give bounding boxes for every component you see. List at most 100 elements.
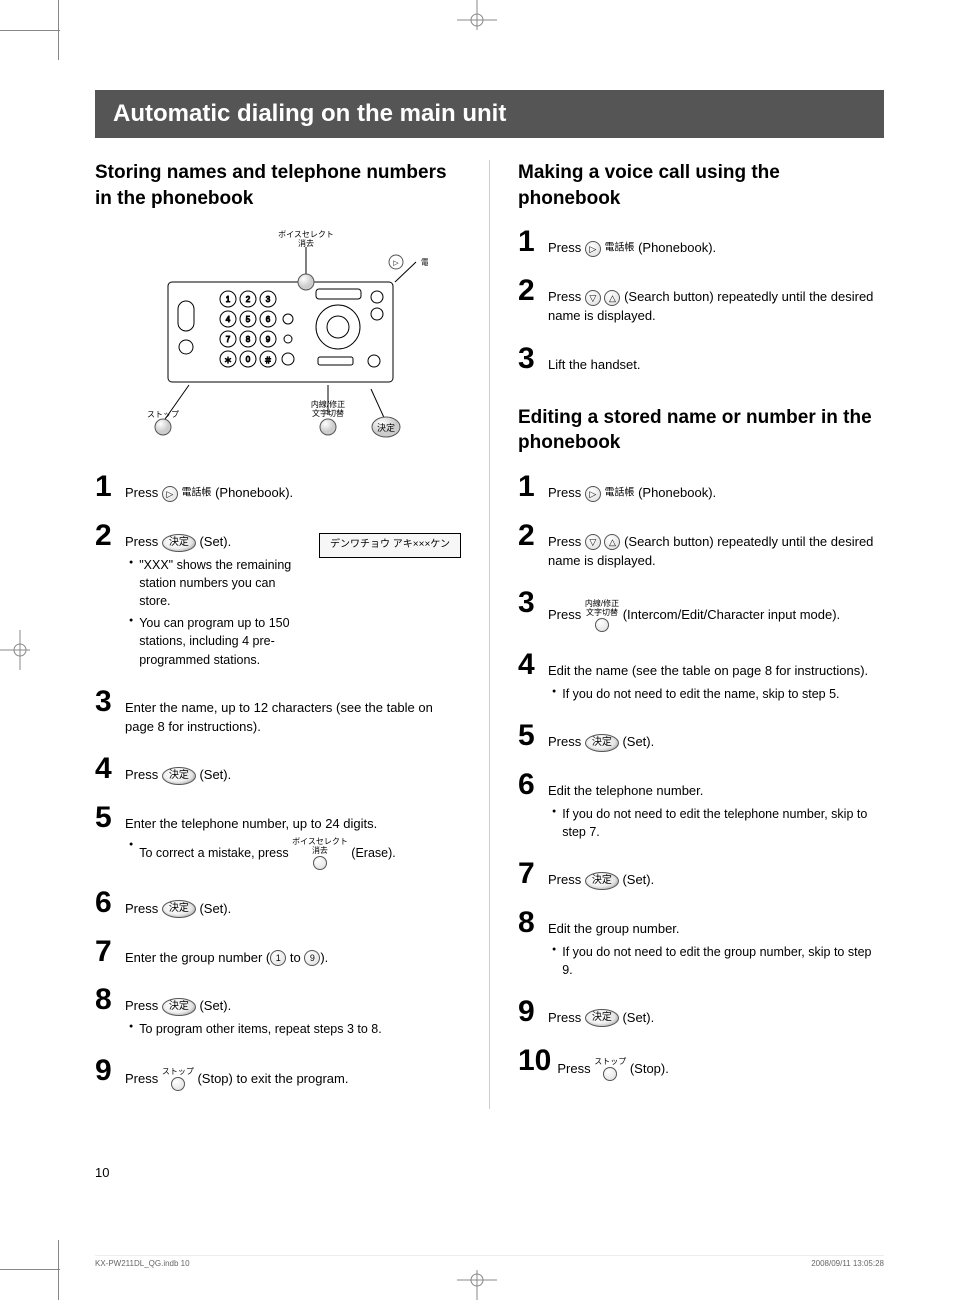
step-number: 3 xyxy=(518,588,542,618)
step: 6 Press 決定 (Set). xyxy=(95,888,461,919)
step: 5 Enter the telephone number, up to 24 d… xyxy=(95,803,461,869)
step-number: 1 xyxy=(518,472,542,502)
step: 8 Press 決定 (Set).To program other items,… xyxy=(95,985,461,1038)
round-button-icon: △ xyxy=(604,290,620,306)
step-number: 1 xyxy=(518,227,542,257)
step-number: 3 xyxy=(95,687,119,717)
step-number: 6 xyxy=(95,888,119,918)
step-number: 1 xyxy=(95,472,119,502)
oval-button-icon: 決定 xyxy=(162,900,196,918)
step-number: 4 xyxy=(95,754,119,784)
svg-text:＃: ＃ xyxy=(264,356,272,365)
round-button-icon: ▷ xyxy=(162,486,178,502)
step-number: 9 xyxy=(95,1056,119,1086)
step-number: 2 xyxy=(518,521,542,551)
labeled-button-icon: ボイスセレクト消去 xyxy=(292,838,348,870)
step: 3 Lift the handset. xyxy=(518,344,884,375)
step-number: 8 xyxy=(95,985,119,1015)
svg-text:0: 0 xyxy=(246,355,251,364)
step: 9 Press 決定 (Set). xyxy=(518,997,884,1028)
step-number: 5 xyxy=(518,721,542,751)
svg-text:電話帳: 電話帳 xyxy=(421,257,428,267)
bullet: To correct a mistake, press ボイスセレクト消去 (E… xyxy=(129,838,461,870)
step: 8 Edit the group number.If you do not ne… xyxy=(518,908,884,979)
page-number: 10 xyxy=(95,1165,109,1180)
step-number: 3 xyxy=(518,344,542,374)
svg-text:1: 1 xyxy=(226,295,231,304)
svg-text:7: 7 xyxy=(226,335,231,344)
right-heading-a: Making a voice call using the phonebook xyxy=(518,160,884,211)
step: 2 Press ▽ △ (Search button) repeatedly u… xyxy=(518,276,884,326)
footer-file: KX-PW211DL_QG.indb 10 xyxy=(95,1259,190,1268)
svg-text:5: 5 xyxy=(246,315,251,324)
step: 9 Press ストップ (Stop) to exit the program. xyxy=(95,1056,461,1091)
bullet: To program other items, repeat steps 3 t… xyxy=(129,1020,461,1038)
round-button-icon: ▷ xyxy=(585,241,601,257)
round-button-icon: △ xyxy=(604,534,620,550)
svg-text:▷: ▷ xyxy=(393,260,399,267)
step: 6 Edit the telephone number.If you do no… xyxy=(518,770,884,841)
svg-text:6: 6 xyxy=(266,315,271,324)
step-number: 7 xyxy=(95,937,119,967)
device-illustration: 1 2 3 4 5 6 7 8 9 ＊ 0 ＃ xyxy=(128,227,428,452)
step-number: 8 xyxy=(518,908,542,938)
step-number: 5 xyxy=(95,803,119,833)
round-button-icon: 9 xyxy=(304,950,320,966)
oval-button-icon: 決定 xyxy=(162,767,196,785)
step: 2 Press 決定 (Set)."XXX" shows the remaini… xyxy=(95,521,461,669)
round-button-icon: ▷ xyxy=(585,486,601,502)
registration-mark-top xyxy=(457,0,497,30)
step: 1 Press ▷ 電話帳 (Phonebook). xyxy=(518,472,884,503)
step-number: 2 xyxy=(518,276,542,306)
bullet: You can program up to 150 stations, incl… xyxy=(129,614,309,668)
step: 7 Enter the group number (1 to 9). xyxy=(95,937,461,968)
oval-button-icon: 決定 xyxy=(162,998,196,1016)
step: 4 Edit the name (see the table on page 8… xyxy=(518,650,884,703)
left-heading: Storing names and telephone numbers in t… xyxy=(95,160,461,211)
bullet: If you do not need to edit the telephone… xyxy=(552,805,884,841)
lcd-display: デンワチョウ アキ×××ケン xyxy=(319,533,461,558)
page-title: Automatic dialing on the main unit xyxy=(95,90,884,138)
svg-text:内線/修正: 内線/修正 xyxy=(311,399,345,409)
oval-button-icon: 決定 xyxy=(585,734,619,752)
svg-text:ボイスセレクト: ボイスセレクト xyxy=(278,230,334,239)
step: 7 Press 決定 (Set). xyxy=(518,859,884,890)
svg-text:9: 9 xyxy=(266,335,271,344)
step: 1 Press ▷ 電話帳 (Phonebook). xyxy=(518,227,884,258)
registration-mark-left xyxy=(0,630,30,670)
bullet: "XXX" shows the remaining station number… xyxy=(129,556,309,610)
svg-text:＊: ＊ xyxy=(224,356,232,365)
right-heading-b: Editing a stored name or number in the p… xyxy=(518,405,884,456)
step: 4 Press 決定 (Set). xyxy=(95,754,461,785)
bullet: If you do not need to edit the group num… xyxy=(552,943,884,979)
svg-text:ストップ: ストップ xyxy=(147,410,179,419)
oval-button-icon: 決定 xyxy=(162,534,196,552)
svg-text:3: 3 xyxy=(266,295,271,304)
step-number: 6 xyxy=(518,770,542,800)
registration-mark-bottom xyxy=(457,1270,497,1300)
labeled-button-icon: ストップ xyxy=(594,1058,626,1081)
step-number: 10 xyxy=(518,1046,551,1076)
round-button-icon: ▽ xyxy=(585,290,601,306)
bullet: If you do not need to edit the name, ski… xyxy=(552,685,884,703)
step-number: 7 xyxy=(518,859,542,889)
round-button-icon: 1 xyxy=(270,950,286,966)
step: 3 Enter the name, up to 12 characters (s… xyxy=(95,687,461,737)
round-button-icon: ▽ xyxy=(585,534,601,550)
svg-text:消去: 消去 xyxy=(298,238,314,248)
step-number: 2 xyxy=(95,521,119,551)
oval-button-icon: 決定 xyxy=(585,872,619,890)
labeled-button-icon: 内線/修正文字切替 xyxy=(585,600,619,632)
svg-text:決定: 決定 xyxy=(377,422,395,433)
step: 2 Press ▽ △ (Search button) repeatedly u… xyxy=(518,521,884,571)
svg-text:2: 2 xyxy=(246,295,251,304)
svg-text:4: 4 xyxy=(226,315,231,324)
step: 1 Press ▷ 電話帳 (Phonebook). xyxy=(95,472,461,503)
step: 5 Press 決定 (Set). xyxy=(518,721,884,752)
step: 10 Press ストップ (Stop). xyxy=(518,1046,884,1081)
svg-text:8: 8 xyxy=(246,335,251,344)
step: 3 Press 内線/修正文字切替 (Intercom/Edit/Charact… xyxy=(518,588,884,632)
labeled-button-icon: ストップ xyxy=(162,1068,194,1091)
step-number: 9 xyxy=(518,997,542,1027)
step-number: 4 xyxy=(518,650,542,680)
